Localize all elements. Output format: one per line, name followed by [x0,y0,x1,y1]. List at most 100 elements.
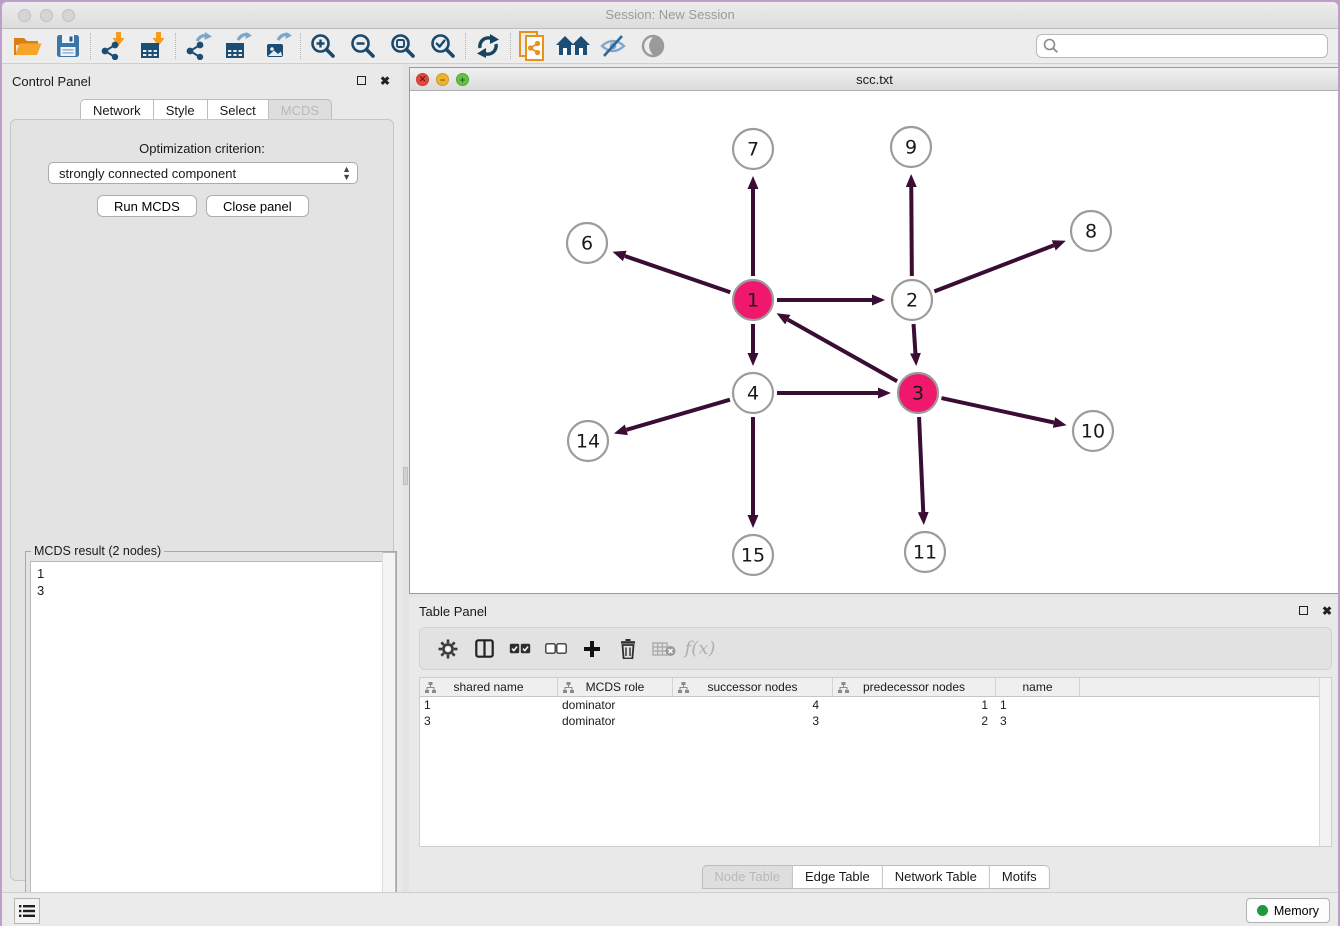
apply-layout-icon[interactable] [468,31,508,61]
tab-network-table[interactable]: Network Table [883,865,990,889]
float-panel-icon[interactable] [1299,604,1308,618]
splitter-handle[interactable] [403,467,408,485]
criterion-dropdown-value: strongly connected component [59,166,236,181]
close-panel-icon[interactable]: ✖ [380,74,390,88]
table-row[interactable]: 1dominator411 [420,697,1331,713]
graph-edge-3-1[interactable] [788,320,897,382]
column-header-predecessor-nodes[interactable]: predecessor nodes [833,678,996,696]
task-history-button[interactable] [14,898,40,924]
control-panel: Control Panel ✖ NetworkStyleSelectMCDS O… [2,64,402,892]
graph-node-2[interactable]: 2 [892,280,932,320]
graph-node-14[interactable]: 14 [568,421,608,461]
deselect-all-icon[interactable] [538,634,574,664]
svg-text:3: 3 [912,383,924,405]
import-table-icon[interactable] [133,31,173,61]
graph-node-8[interactable]: 8 [1071,211,1111,251]
memory-status-icon [1257,905,1268,916]
graph-node-6[interactable]: 6 [567,223,607,263]
columns-icon[interactable] [466,634,502,664]
cell-predecessor-nodes[interactable]: 2 [833,713,996,729]
main-toolbar [2,29,1338,64]
table-panel-header-buttons: ✖ [1290,602,1332,620]
graph-edge-2-3[interactable] [914,324,916,353]
memory-button[interactable]: Memory [1246,898,1330,923]
export-table-icon[interactable] [218,31,258,61]
mcds-result-legend: MCDS result (2 nodes) [31,544,164,558]
column-header-name[interactable]: name [996,678,1080,696]
svg-text:8: 8 [1085,221,1097,243]
criterion-dropdown[interactable]: strongly connected component ▲▼ [48,162,358,184]
clone-network-icon[interactable] [513,31,553,61]
network-graph[interactable]: 7 9 6 8 1 2 4 3 14 10 15 11 [410,91,1339,593]
tab-motifs[interactable]: Motifs [990,865,1050,889]
toolbar-separator [90,33,91,59]
network-canvas[interactable]: 7 9 6 8 1 2 4 3 14 10 15 11 [410,91,1339,593]
titlebar: Session: New Session [2,2,1338,29]
graph-node-7[interactable]: 7 [733,129,773,169]
network-view-window: ✕ − + scc.txt 7 9 6 8 1 2 4 3 14 10 15 11 [409,67,1340,594]
add-column-icon[interactable] [574,634,610,664]
tab-edge-table[interactable]: Edge Table [793,865,883,889]
search-input[interactable] [1036,34,1328,58]
cell-shared-name[interactable]: 3 [420,713,558,729]
close-panel-icon[interactable]: ✖ [1322,604,1332,618]
column-header-MCDS-role[interactable]: MCDS role [558,678,673,696]
cell-name[interactable]: 1 [996,697,1080,713]
table-row[interactable]: 3dominator323 [420,713,1331,729]
network-window-titlebar[interactable]: ✕ − + scc.txt [410,68,1339,91]
table-panel-title: Table Panel [419,604,487,619]
search-icon [1043,38,1059,59]
graph-edge-2-8[interactable] [934,245,1053,291]
graph-node-4[interactable]: 4 [733,373,773,413]
svg-text:1: 1 [747,290,759,312]
graph-node-3[interactable]: 3 [898,373,938,413]
run-mcds-button[interactable]: Run MCDS [97,195,197,217]
graph-node-15[interactable]: 15 [733,535,773,575]
home-icon[interactable] [553,31,593,61]
column-header-shared-name[interactable]: shared name [420,678,558,696]
vertical-splitter[interactable] [402,64,409,892]
cell-MCDS-role[interactable]: dominator [558,697,673,713]
delete-table-icon [646,634,682,664]
graph-edge-3-11[interactable] [919,417,923,512]
cell-name[interactable]: 3 [996,713,1080,729]
cell-predecessor-nodes[interactable]: 1 [833,697,996,713]
table-scrollbar[interactable] [1319,678,1331,846]
cell-MCDS-role[interactable]: dominator [558,713,673,729]
application-window: Session: New Session [0,0,1340,926]
zoom-fit-icon[interactable] [383,31,423,61]
zoom-out-icon[interactable] [343,31,383,61]
table-panel-tabs: Node TableEdge TableNetwork TableMotifs [701,865,1049,889]
graph-edge-2-9[interactable] [911,187,912,276]
graph-node-1[interactable]: 1 [733,280,773,320]
graph-edge-4-14[interactable] [626,400,730,430]
column-header-successor-nodes[interactable]: successor nodes [673,678,833,696]
zoom-selected-icon[interactable] [423,31,463,61]
mcds-tab-content: Optimization criterion: strongly connect… [10,119,394,881]
svg-text:9: 9 [905,137,917,159]
graph-node-9[interactable]: 9 [891,127,931,167]
graph-node-10[interactable]: 10 [1073,411,1113,451]
svg-text:11: 11 [913,542,937,564]
float-panel-icon[interactable] [357,74,366,88]
zoom-in-icon[interactable] [303,31,343,61]
save-session-icon[interactable] [48,31,88,61]
gear-icon[interactable] [430,634,466,664]
graph-edge-3-10[interactable] [941,398,1053,422]
hide-panel-icon[interactable] [593,31,633,61]
delete-column-icon[interactable] [610,634,646,664]
import-network-icon[interactable] [93,31,133,61]
export-network-icon[interactable] [178,31,218,61]
export-image-icon[interactable] [258,31,298,61]
result-scrollbar[interactable] [382,552,396,926]
cell-successor-nodes[interactable]: 3 [673,713,833,729]
svg-text:6: 6 [581,233,593,255]
graph-edge-1-6[interactable] [625,256,730,292]
open-session-icon[interactable] [8,31,48,61]
cell-shared-name[interactable]: 1 [420,697,558,713]
cell-successor-nodes[interactable]: 4 [673,697,833,713]
close-panel-button[interactable]: Close panel [206,195,309,217]
graph-node-11[interactable]: 11 [905,532,945,572]
select-all-icon[interactable] [502,634,538,664]
tab-node-table[interactable]: Node Table [701,865,793,889]
